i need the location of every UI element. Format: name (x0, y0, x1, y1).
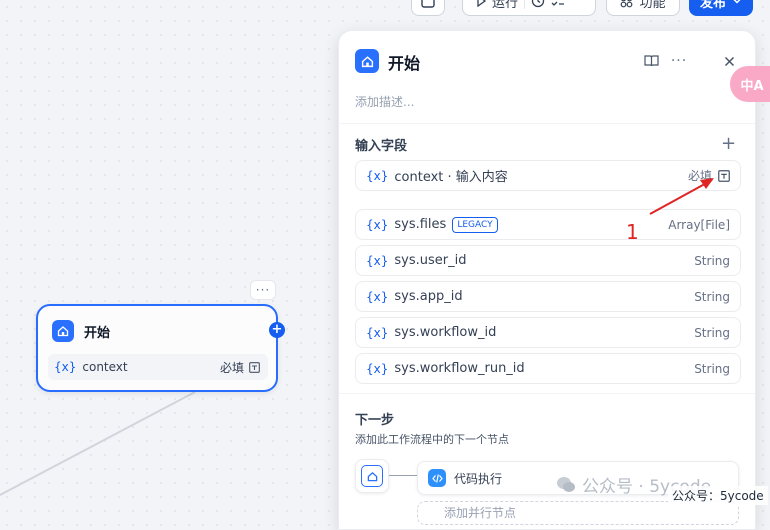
watermark-sub: 公众号：5ycode (668, 486, 768, 505)
wechat-icon (556, 476, 576, 493)
annotation-arrow (0, 0, 770, 513)
annotation-label: 1 (626, 220, 639, 244)
